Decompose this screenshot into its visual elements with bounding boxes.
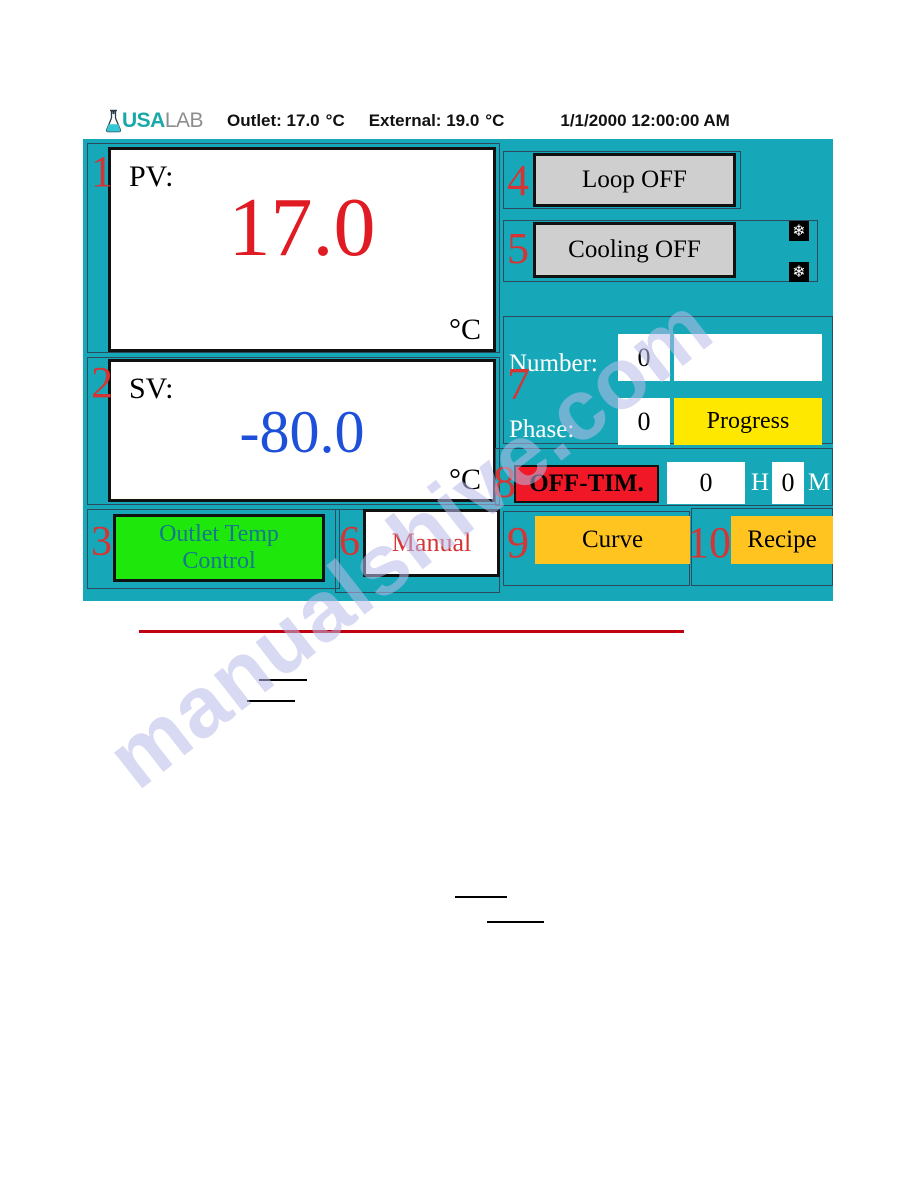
loop-off-button[interactable]: Loop OFF xyxy=(533,153,736,207)
off-timer-hours-field[interactable]: 0 xyxy=(667,462,745,504)
header-outlet-temp: Outlet: 17.0 xyxy=(227,111,320,130)
snowflake-icon-bottom: ❄ xyxy=(789,262,809,282)
black-rule-3 xyxy=(455,896,507,898)
phase-label: Phase: xyxy=(509,416,575,443)
outlet-temp-control-line1: Outlet Temp xyxy=(159,521,279,548)
sv-unit: °C xyxy=(448,463,481,496)
hmi-screen: USA LAB Outlet: 17.0 °C External: 19.0 °C… xyxy=(83,103,833,601)
progress-button[interactable]: Progress xyxy=(674,398,822,445)
off-timer-button[interactable]: OFF-TIM. xyxy=(514,465,659,503)
logo-usa-text: USA xyxy=(122,109,165,132)
cooling-off-button[interactable]: Cooling OFF xyxy=(533,222,736,278)
outlet-temp-control-button[interactable]: Outlet Temp Control xyxy=(113,514,325,582)
manual-button[interactable]: Manual xyxy=(363,509,500,577)
hmi-header-bar: USA LAB Outlet: 17.0 °C External: 19.0 °C… xyxy=(83,103,833,139)
off-timer-minutes-field[interactable]: 0 xyxy=(772,462,804,504)
outlet-temp-control-line2: Control xyxy=(182,548,256,574)
usalab-logo: USA LAB xyxy=(105,109,204,133)
sv-readout-panel[interactable]: SV: -80.0 °C xyxy=(108,359,496,502)
off-timer-minutes-unit: M xyxy=(808,469,831,496)
pv-value: 17.0 xyxy=(228,181,376,274)
snowflake-icon-top: ❄ xyxy=(789,221,809,241)
black-rule-2 xyxy=(247,700,295,702)
curve-button[interactable]: Curve xyxy=(535,516,690,564)
pv-readout-panel[interactable]: PV: 17.0 °C xyxy=(108,147,496,352)
flask-icon xyxy=(105,109,122,133)
header-external-unit: °C xyxy=(485,111,505,130)
logo-lab-text: LAB xyxy=(164,109,204,132)
header-external-temp: External: 19.0 xyxy=(368,111,480,130)
off-timer-hours-unit: H xyxy=(751,469,770,496)
recipe-button[interactable]: Recipe xyxy=(731,516,833,564)
number-label: Number: xyxy=(509,350,598,377)
pv-unit: °C xyxy=(448,313,481,346)
sv-value: -80.0 xyxy=(239,399,365,465)
black-rule-4 xyxy=(487,921,544,923)
black-rule-1 xyxy=(259,679,307,681)
number-value-field[interactable]: 0 xyxy=(618,334,670,381)
program-name-field[interactable] xyxy=(674,334,822,381)
header-datetime: 1/1/2000 12:00:00 AM xyxy=(560,111,730,130)
sv-label: SV: xyxy=(129,372,174,405)
header-outlet-unit: °C xyxy=(325,111,345,130)
phase-value-field[interactable]: 0 xyxy=(618,398,670,445)
red-divider-rule xyxy=(139,630,684,633)
